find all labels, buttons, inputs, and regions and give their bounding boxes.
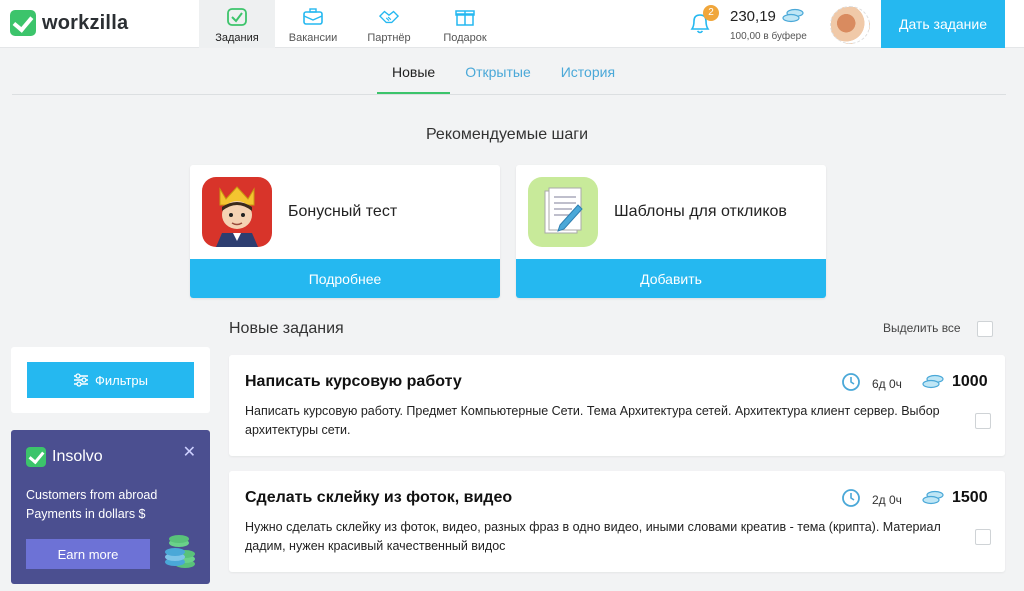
tab-history[interactable]: История xyxy=(546,62,630,94)
task-duration: 6д 0ч xyxy=(872,377,902,391)
top-header: workzilla Задания Вакансии Партнёр Подар… xyxy=(0,0,1024,48)
task-checkbox[interactable] xyxy=(975,529,991,545)
document-pen-icon xyxy=(528,177,598,247)
task-duration: 2д 0ч xyxy=(872,493,902,507)
insolvo-check-icon xyxy=(26,447,46,467)
task-check-icon xyxy=(227,8,247,26)
recommended-title: Рекомендуемые шаги xyxy=(425,126,589,143)
filters-button[interactable]: Фильтры xyxy=(27,362,194,398)
recommended-card-templates: Шаблоны для откликов Добавить xyxy=(516,165,826,298)
ad-brand: Insolvo xyxy=(52,448,103,465)
create-task-button[interactable]: Дать задание xyxy=(881,0,1005,48)
task-tabs: Новые Открытые История xyxy=(377,62,630,94)
logo-text: workzilla xyxy=(42,11,129,34)
task-title[interactable]: Написать курсовую работу xyxy=(245,373,462,391)
task-description: Написать курсовую работу. Предмет Компью… xyxy=(245,404,940,437)
king-avatar-icon xyxy=(202,177,272,247)
filter-panel: Фильтры xyxy=(11,347,210,413)
details-button[interactable]: Подробнее xyxy=(190,259,500,298)
logo-check-icon xyxy=(10,10,36,36)
select-all-checkbox[interactable] xyxy=(977,321,993,337)
gift-icon xyxy=(455,8,475,26)
main-nav: Задания Вакансии Партнёр Подарок xyxy=(199,0,503,48)
task-card[interactable]: Сделать склейку из фоток, видео 2д 0ч 15… xyxy=(229,471,1005,572)
balance-amount[interactable]: 230,19 xyxy=(730,8,776,25)
coins-icon xyxy=(921,489,945,512)
close-icon[interactable]: ✕ xyxy=(183,442,196,462)
briefcase-icon xyxy=(303,8,323,26)
coins-icon xyxy=(782,8,804,29)
tabs-divider xyxy=(12,94,1006,95)
user-avatar[interactable] xyxy=(830,6,870,44)
clock-icon xyxy=(841,372,861,397)
recommended-card-bonus: Бонусный тест Подробнее xyxy=(190,165,500,298)
nav-item-vacancies[interactable]: Вакансии xyxy=(275,0,351,48)
filters-label: Фильтры xyxy=(94,372,148,388)
workzilla-logo[interactable]: workzilla xyxy=(10,10,128,36)
nav-label: Партнёр xyxy=(367,32,411,44)
new-tasks-title: Новые задания xyxy=(229,320,344,337)
task-price: 1000 xyxy=(952,373,988,390)
nav-label: Задания xyxy=(215,32,259,44)
card-text: Шаблоны для откликов xyxy=(614,203,787,220)
nav-item-gift[interactable]: Подарок xyxy=(427,0,503,48)
nav-label: Подарок xyxy=(443,32,487,44)
task-description: Нужно сделать склейку из фоток, видео, р… xyxy=(245,520,941,553)
tab-new[interactable]: Новые xyxy=(377,62,451,94)
coin-stack-icon xyxy=(163,534,197,575)
select-all-label[interactable]: Выделить все xyxy=(883,321,961,335)
card-text: Бонусный тест xyxy=(288,203,398,220)
insolvo-logo: Insolvo xyxy=(26,447,103,467)
handshake-icon xyxy=(379,8,399,26)
buffer-amount: 100,00 в буфере xyxy=(730,31,807,42)
earn-more-button[interactable]: Earn more xyxy=(26,539,150,569)
nav-label: Вакансии xyxy=(288,32,338,44)
ad-text: Customers from abroad Payments in dollar… xyxy=(26,488,158,521)
coins-icon xyxy=(921,373,945,396)
notifications-badge: 2 xyxy=(703,5,719,21)
clock-icon xyxy=(841,488,861,513)
task-price: 1500 xyxy=(952,489,988,506)
sliders-icon xyxy=(73,373,88,387)
tab-open[interactable]: Открытые xyxy=(450,62,546,94)
task-title[interactable]: Сделать склейку из фоток, видео xyxy=(245,489,512,507)
nav-item-partner[interactable]: Партнёр xyxy=(351,0,427,48)
task-card[interactable]: Написать курсовую работу 6д 0ч 1000 Напи… xyxy=(229,355,1005,456)
add-button[interactable]: Добавить xyxy=(516,259,826,298)
nav-item-tasks[interactable]: Задания xyxy=(199,0,275,48)
task-checkbox[interactable] xyxy=(975,413,991,429)
insolvo-ad: Insolvo ✕ Customers from abroad Payments… xyxy=(11,430,210,584)
